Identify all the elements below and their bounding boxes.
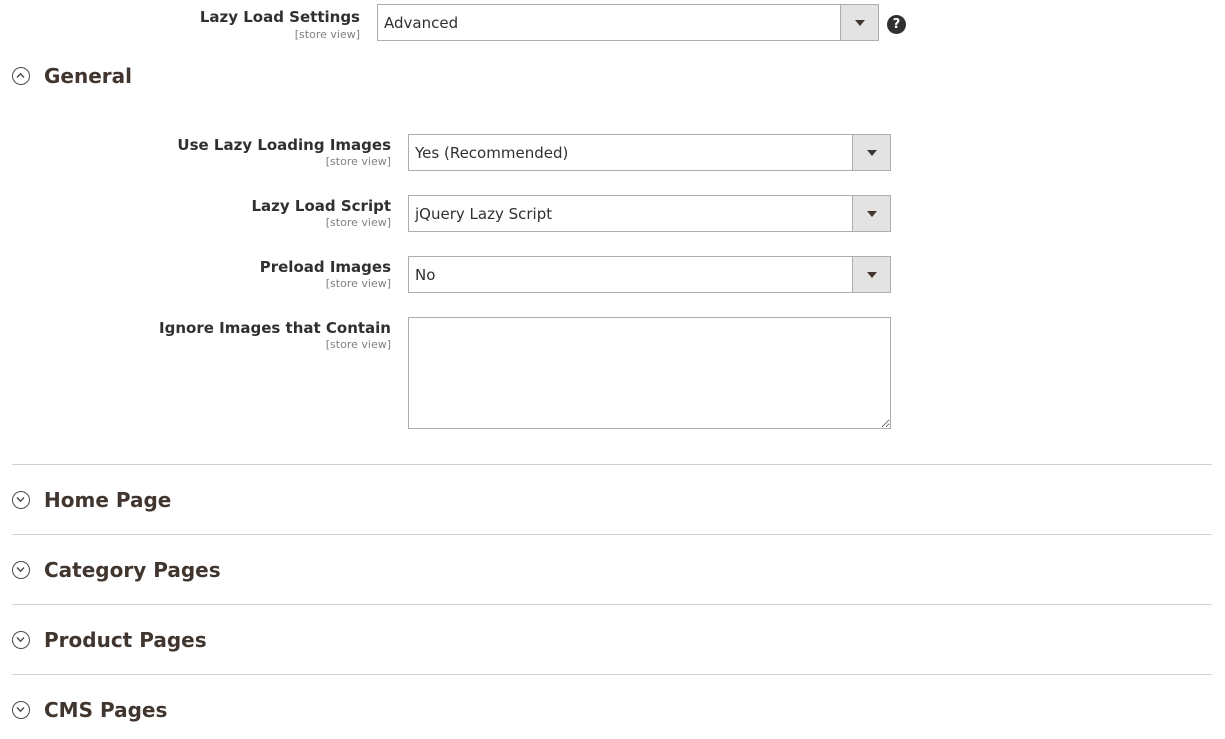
section-cms-pages-header[interactable]: CMS Pages xyxy=(12,694,1212,728)
section-general-header[interactable]: General xyxy=(12,60,1212,94)
preload-images-scope: [store view] xyxy=(325,277,391,290)
section-divider xyxy=(12,604,1212,605)
preload-images-value: No xyxy=(415,265,436,284)
chevron-down-icon xyxy=(12,561,30,579)
section-divider xyxy=(12,674,1212,675)
section-product-pages-header[interactable]: Product Pages xyxy=(12,624,1212,658)
chevron-up-icon xyxy=(12,67,30,85)
section-general-title: General xyxy=(44,64,132,88)
section-divider xyxy=(12,534,1212,535)
lazy-load-script-scope: [store view] xyxy=(325,216,391,229)
lazy-load-settings-scope: [store view] xyxy=(294,28,360,41)
section-category-pages-title: Category Pages xyxy=(44,558,221,582)
section-divider xyxy=(12,464,1212,465)
chevron-down-icon xyxy=(12,491,30,509)
ignore-images-scope: [store view] xyxy=(325,338,391,351)
section-home-page-header[interactable]: Home Page xyxy=(12,484,1212,518)
lazy-load-script-select[interactable]: jQuery Lazy Script xyxy=(408,195,891,232)
section-cms-pages-title: CMS Pages xyxy=(44,698,168,722)
ignore-images-textarea[interactable] xyxy=(408,317,891,429)
preload-images-label: Preload Images xyxy=(259,258,391,276)
ignore-images-label: Ignore Images that Contain xyxy=(159,319,391,337)
lazy-load-script-value: jQuery Lazy Script xyxy=(415,204,553,223)
section-category-pages-header[interactable]: Category Pages xyxy=(12,554,1212,588)
chevron-down-icon[interactable] xyxy=(852,135,890,170)
lazy-load-settings-label: Lazy Load Settings xyxy=(199,8,360,26)
use-lazy-loading-images-value: Yes (Recommended) xyxy=(415,143,569,162)
chevron-down-icon xyxy=(12,701,30,719)
lazy-load-script-label: Lazy Load Script xyxy=(251,197,392,215)
chevron-down-icon[interactable] xyxy=(852,257,890,292)
section-product-pages-title: Product Pages xyxy=(44,628,207,652)
section-home-page-title: Home Page xyxy=(44,488,172,512)
lazy-load-settings-select[interactable]: Advanced xyxy=(377,4,879,41)
use-lazy-loading-images-select[interactable]: Yes (Recommended) xyxy=(408,134,891,171)
use-lazy-loading-images-scope: [store view] xyxy=(325,155,391,168)
use-lazy-loading-images-label: Use Lazy Loading Images xyxy=(177,136,391,154)
chevron-down-icon[interactable] xyxy=(840,5,878,40)
lazy-load-settings-value: Advanced xyxy=(384,13,459,32)
chevron-down-icon[interactable] xyxy=(852,196,890,231)
preload-images-select[interactable]: No xyxy=(408,256,891,293)
help-icon[interactable]: ? xyxy=(887,15,906,34)
chevron-down-icon xyxy=(12,631,30,649)
